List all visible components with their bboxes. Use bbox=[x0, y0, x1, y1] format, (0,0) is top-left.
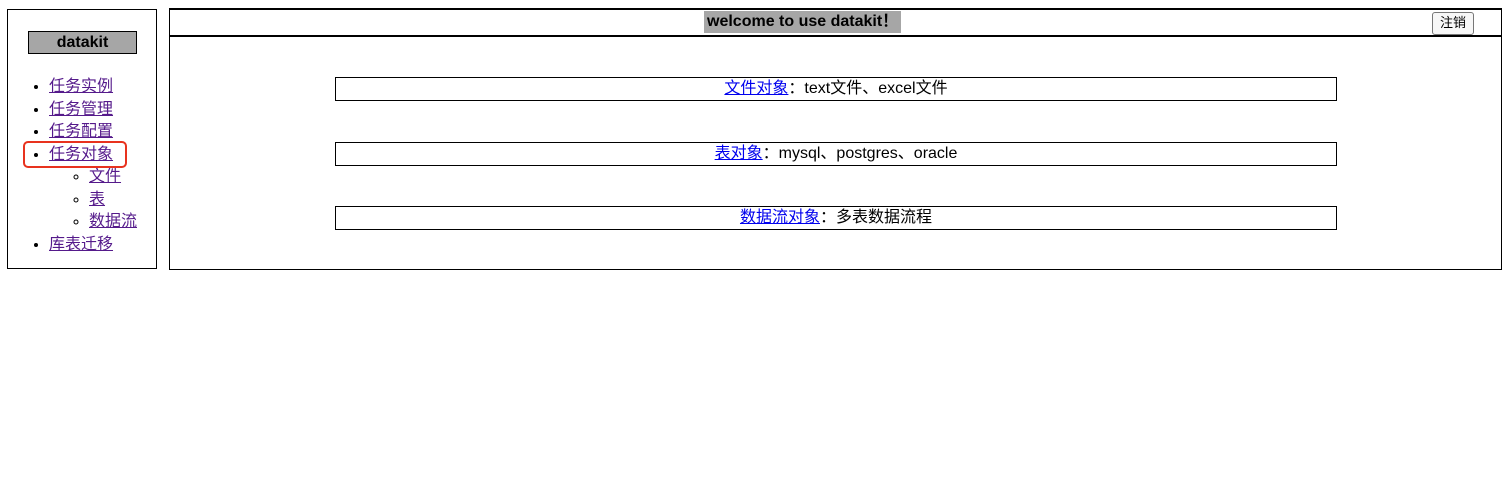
sidebar-subitem-table: 表 bbox=[89, 189, 137, 212]
brand-label: datakit bbox=[28, 31, 137, 54]
sidebar-link-file[interactable]: 文件 bbox=[89, 168, 121, 185]
logout-button[interactable]: 注销 bbox=[1431, 12, 1474, 35]
sidebar-link-db-migration[interactable]: 库表迁移 bbox=[49, 236, 113, 253]
header-bar: welcome to use datakit！ 注销 bbox=[169, 8, 1502, 36]
dataflow-object-desc: ：多表数据流程 bbox=[820, 209, 933, 226]
sidebar: datakit 任务实例 任务管理 任务配置 任务对象 文件 表 bbox=[7, 9, 157, 269]
object-row-table: 表对象：mysql、postgres、oracle bbox=[335, 142, 1337, 166]
sidebar-link-task-instances[interactable]: 任务实例 bbox=[49, 78, 113, 95]
object-row-file: 文件对象：text文件、excel文件 bbox=[335, 77, 1337, 101]
object-row-dataflow: 数据流对象：多表数据流程 bbox=[335, 206, 1337, 230]
table-object-desc: ：mysql、postgres、oracle bbox=[762, 145, 958, 162]
table-object-link[interactable]: 表对象 bbox=[715, 145, 763, 162]
sidebar-subitem-dataflow: 数据流 bbox=[89, 211, 137, 234]
welcome-title: welcome to use datakit！ bbox=[704, 11, 902, 33]
dataflow-object-link[interactable]: 数据流对象 bbox=[740, 209, 820, 226]
sidebar-menu: 任务实例 任务管理 任务配置 任务对象 文件 表 数据流 bbox=[8, 76, 137, 256]
sidebar-item-db-migration: 库表迁移 bbox=[49, 234, 137, 257]
page: datakit 任务实例 任务管理 任务配置 任务对象 文件 表 bbox=[0, 0, 1509, 486]
sidebar-item-task-management: 任务管理 bbox=[49, 99, 137, 122]
file-object-desc: ：text文件、excel文件 bbox=[788, 80, 948, 97]
main-panel: 文件对象：text文件、excel文件 表对象：mysql、postgres、o… bbox=[169, 35, 1502, 270]
file-object-link[interactable]: 文件对象 bbox=[724, 80, 788, 97]
sidebar-submenu-task-objects: 文件 表 数据流 bbox=[49, 166, 137, 234]
sidebar-link-task-management[interactable]: 任务管理 bbox=[49, 101, 113, 118]
sidebar-link-table[interactable]: 表 bbox=[89, 191, 105, 208]
sidebar-link-task-config[interactable]: 任务配置 bbox=[49, 123, 113, 140]
sidebar-link-task-objects[interactable]: 任务对象 bbox=[49, 146, 113, 163]
sidebar-item-task-objects: 任务对象 文件 表 数据流 bbox=[49, 144, 137, 234]
sidebar-subitem-file: 文件 bbox=[89, 166, 137, 189]
sidebar-item-task-config: 任务配置 bbox=[49, 121, 137, 144]
sidebar-item-task-instances: 任务实例 bbox=[49, 76, 137, 99]
sidebar-link-dataflow[interactable]: 数据流 bbox=[89, 213, 137, 230]
